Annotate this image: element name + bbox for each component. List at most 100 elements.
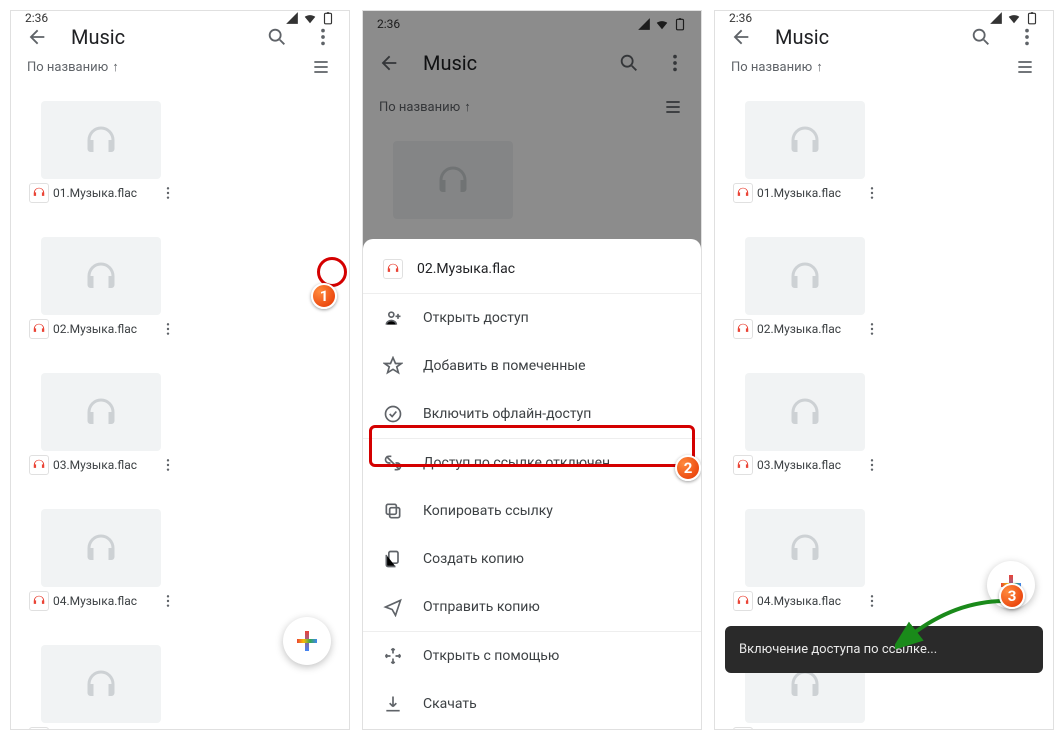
file-thumb — [41, 509, 161, 587]
file-menu-button[interactable] — [863, 184, 881, 202]
wifi-icon — [303, 11, 317, 25]
file-tile[interactable]: 03.Музыка.flac — [725, 367, 885, 503]
status-bar: 2:36 — [715, 11, 1053, 25]
file-menu-button[interactable] — [863, 320, 881, 338]
headphones-icon — [787, 394, 823, 430]
app-bar: Music — [715, 25, 1053, 49]
file-menu-button[interactable] — [159, 320, 177, 338]
battery-icon — [1025, 11, 1039, 25]
search-button[interactable] — [617, 51, 641, 75]
search-button[interactable] — [265, 25, 289, 49]
signal-icon — [285, 11, 299, 25]
sheet-item-send-copy[interactable]: Отправить копию — [363, 583, 701, 631]
file-name: 03.Музыка.flac — [757, 459, 859, 472]
file-tile[interactable]: 04.Музыка.flac — [21, 503, 181, 639]
overflow-button[interactable] — [1015, 25, 1039, 49]
send-icon — [383, 597, 403, 617]
file-tile[interactable]: 02.Музыка.flac — [21, 231, 181, 367]
file-menu-button[interactable] — [863, 592, 881, 610]
headphones-icon — [787, 258, 823, 294]
file-tile[interactable]: 01.Музыка.flac — [725, 95, 885, 231]
view-toggle-button[interactable] — [1013, 55, 1037, 79]
battery-icon — [321, 11, 335, 25]
file-tile[interactable]: 02.Музыка.flac — [725, 231, 885, 367]
status-icons — [285, 11, 335, 25]
open-with-icon — [383, 646, 403, 666]
file-name: 01.Музыка.flac — [757, 187, 859, 200]
sheet-item-download[interactable]: Скачать — [363, 680, 701, 728]
sheet-item-star[interactable]: Добавить в помеченные — [363, 342, 701, 390]
overflow-button[interactable] — [663, 51, 687, 75]
file-tile[interactable]: 04.Музыка.flac — [725, 503, 885, 639]
file-menu-button[interactable] — [159, 592, 177, 610]
audio-badge-icon — [733, 591, 753, 611]
sort-row: По названию↑ — [715, 49, 1053, 85]
plus-icon — [297, 631, 317, 651]
annotation-arrow-3 — [895, 591, 1015, 651]
file-name: 04.Музыка.flac — [757, 595, 859, 608]
copy-link-icon — [383, 501, 403, 521]
file-copy-icon — [383, 549, 403, 569]
file-tile[interactable]: 03.Музыка.flac — [21, 367, 181, 503]
status-bar: 2:36 — [11, 11, 349, 25]
headphones-icon — [83, 258, 119, 294]
file-menu-button[interactable] — [863, 728, 881, 730]
view-toggle-button[interactable] — [661, 95, 685, 119]
audio-badge-icon — [29, 455, 49, 475]
overflow-button[interactable] — [311, 25, 335, 49]
audio-badge-icon — [733, 455, 753, 475]
sheet-item-make-copy[interactable]: Создать копию — [363, 535, 701, 583]
status-icons — [637, 17, 687, 31]
file-thumb — [41, 101, 161, 179]
file-name: 04.Музыка.flac — [53, 595, 155, 608]
search-button[interactable] — [969, 25, 993, 49]
audio-badge-icon — [733, 183, 753, 203]
file-menu-button[interactable] — [159, 184, 177, 202]
audio-badge-icon — [29, 319, 49, 339]
page-title: Music — [423, 51, 595, 75]
annotation-badge-1: 1 — [311, 283, 337, 309]
file-menu-button[interactable] — [863, 456, 881, 474]
app-bar: Music — [363, 37, 701, 89]
back-button[interactable] — [729, 25, 753, 49]
file-menu-button[interactable] — [159, 456, 177, 474]
fab-add-button[interactable] — [283, 617, 331, 665]
headphones-icon — [787, 530, 823, 566]
headphones-icon — [83, 122, 119, 158]
audio-badge-icon — [383, 259, 403, 279]
status-time: 2:36 — [377, 17, 400, 31]
star-outline-icon — [383, 356, 403, 376]
sort-row: По названию↑ — [363, 89, 701, 125]
status-bar: 2:36 — [363, 11, 701, 37]
sort-button[interactable]: По названию↑ — [731, 59, 1013, 75]
file-tile[interactable]: 01.Музыка.flac — [21, 95, 181, 231]
file-name: 01.Музыка.flac — [53, 187, 155, 200]
status-icons — [989, 11, 1039, 25]
wifi-icon — [655, 17, 669, 31]
file-menu-button[interactable] — [159, 728, 177, 730]
sheet-item-share[interactable]: Открыть доступ — [363, 294, 701, 342]
sort-button[interactable]: По названию↑ — [379, 99, 661, 115]
sort-button[interactable]: По названию ↑ — [27, 59, 309, 75]
page-title: Music — [71, 25, 243, 49]
back-button[interactable] — [25, 25, 49, 49]
sheet-file-name: 02.Музыка.flac — [417, 261, 515, 277]
sheet-item-open-with[interactable]: Открыть с помощью — [363, 632, 701, 680]
battery-icon — [673, 17, 687, 31]
audio-badge-icon — [733, 319, 753, 339]
view-toggle-button[interactable] — [309, 55, 333, 79]
sheet-item-rename[interactable]: Переименовать — [363, 728, 701, 730]
file-name: 03.Музыка.flac — [53, 459, 155, 472]
headphones-icon — [83, 666, 119, 702]
back-button[interactable] — [377, 51, 401, 75]
file-tile[interactable]: 05.Музыка.flac — [21, 639, 181, 730]
headphones-icon — [787, 122, 823, 158]
audio-badge-icon — [29, 183, 49, 203]
screen-1: 2:36 Music По названию ↑ — [10, 10, 350, 730]
signal-icon — [989, 11, 1003, 25]
headphones-icon — [83, 394, 119, 430]
audio-badge-icon — [29, 727, 49, 730]
app-bar: Music — [11, 25, 349, 49]
screen-2: 2:36 Music По названию↑ 02.Музыка.flac О… — [362, 10, 702, 730]
sheet-item-copy-link[interactable]: Копировать ссылку — [363, 487, 701, 535]
